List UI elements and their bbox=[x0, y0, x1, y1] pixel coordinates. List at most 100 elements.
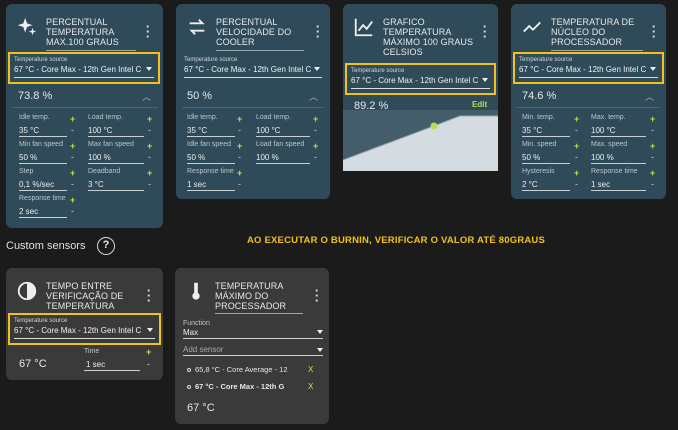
increment-button[interactable]: + bbox=[70, 141, 75, 151]
idle-temp-field[interactable]: 35 °C bbox=[19, 126, 39, 135]
trend-icon bbox=[523, 21, 541, 33]
load-temp-field[interactable]: 100 °C bbox=[256, 126, 281, 135]
min-speed-field[interactable]: 50 % bbox=[522, 153, 540, 162]
decrement-button[interactable]: - bbox=[314, 125, 317, 135]
chevron-down-icon bbox=[147, 328, 153, 332]
decrement-button[interactable]: - bbox=[314, 152, 317, 162]
increment-button[interactable]: + bbox=[237, 168, 242, 178]
load-fan-speed-field[interactable]: 100 % bbox=[256, 153, 279, 162]
collapse-icon[interactable]: ︿ bbox=[645, 90, 654, 103]
increment-button[interactable]: + bbox=[574, 168, 579, 178]
increment-button[interactable]: + bbox=[650, 141, 655, 151]
increment-button[interactable]: + bbox=[313, 114, 318, 124]
help-icon[interactable]: ? bbox=[97, 237, 115, 255]
min-fan-speed-field[interactable]: 50 % bbox=[19, 153, 37, 162]
edit-button[interactable]: Edit bbox=[472, 100, 487, 109]
kebab-menu-icon[interactable]: · · · bbox=[314, 284, 320, 307]
decrement-button[interactable]: - bbox=[71, 152, 74, 162]
time-field[interactable]: 1 sec bbox=[86, 360, 105, 369]
curve-point bbox=[430, 122, 438, 130]
decrement-button[interactable]: - bbox=[147, 359, 150, 369]
sensor-item: 65,8 °C - Core Average - 12 bbox=[187, 365, 288, 374]
decrement-button[interactable]: - bbox=[575, 125, 578, 135]
increment-button[interactable]: + bbox=[147, 141, 152, 151]
temperature-source-select[interactable]: Temperature source 67 °C - Core Max - 12… bbox=[178, 52, 328, 84]
kebab-menu-icon[interactable]: · · · bbox=[145, 20, 151, 43]
increment-button[interactable]: + bbox=[574, 141, 579, 151]
temperature-source-select[interactable]: Temperature source 67 °C - Core Max - 12… bbox=[8, 313, 161, 345]
increment-button[interactable]: + bbox=[237, 114, 242, 124]
increment-button[interactable]: + bbox=[70, 114, 75, 124]
temperature-source-select[interactable]: Temperature source 67 °C - Core Max - 12… bbox=[513, 52, 664, 84]
response-time-field[interactable]: 1 sec bbox=[591, 180, 610, 189]
max-temp-field[interactable]: 100 °C bbox=[591, 126, 616, 135]
kebab-menu-icon[interactable]: · · · bbox=[146, 284, 152, 307]
hysteresis-field[interactable]: 2 °C bbox=[522, 180, 538, 189]
sparkle-icon bbox=[17, 17, 37, 36]
idle-temp-field[interactable]: 35 °C bbox=[187, 126, 207, 135]
deadband-field[interactable]: 3 °C bbox=[88, 180, 104, 189]
decrement-button[interactable]: - bbox=[575, 152, 578, 162]
increment-button[interactable]: + bbox=[70, 195, 75, 205]
step-field[interactable]: 0,1 %/sec bbox=[19, 180, 54, 189]
decrement-button[interactable]: - bbox=[148, 179, 151, 189]
clock-icon bbox=[17, 281, 37, 301]
temperature-source-select[interactable]: Temperature source 67 °C - Core Max - 12… bbox=[8, 52, 160, 84]
kebab-menu-icon[interactable]: · · · bbox=[482, 20, 488, 43]
card-temperatura-maximo: TEMPERATURA MÁXIMO DO PROCESSADOR · · · Func… bbox=[175, 268, 329, 424]
decrement-button[interactable]: - bbox=[71, 206, 74, 216]
decrement-button[interactable]: - bbox=[651, 125, 654, 135]
chevron-down-icon bbox=[650, 67, 656, 71]
response-time-field[interactable]: 2 sec bbox=[19, 207, 38, 216]
increment-button[interactable]: + bbox=[574, 114, 579, 124]
decrement-button[interactable]: - bbox=[651, 152, 654, 162]
decrement-button[interactable]: - bbox=[238, 125, 241, 135]
current-value: 67 °C bbox=[187, 402, 215, 414]
card-title: TEMPERATURA DE NÚCLEO DO PROCESSADOR bbox=[551, 17, 635, 47]
increment-button[interactable]: + bbox=[146, 347, 151, 357]
increment-button[interactable]: + bbox=[650, 168, 655, 178]
card-title: PERCENTUAL TEMPERATURA MAX.100 GRAUS bbox=[46, 17, 119, 47]
decrement-button[interactable]: - bbox=[71, 179, 74, 189]
kebab-menu-icon[interactable]: · · · bbox=[315, 20, 321, 43]
increment-button[interactable]: + bbox=[147, 114, 152, 124]
decrement-button[interactable]: - bbox=[148, 125, 151, 135]
decrement-button[interactable]: - bbox=[148, 152, 151, 162]
increment-button[interactable]: + bbox=[237, 141, 242, 151]
fan-curve-graph[interactable] bbox=[343, 110, 498, 171]
card-temperatura-nucleo: TEMPERATURA DE NÚCLEO DO PROCESSADOR · · · T… bbox=[511, 4, 666, 199]
swap-arrows-icon bbox=[189, 19, 205, 35]
card-title: TEMPO ENTRE VERIFICAÇÃO DE TEMPERATURA bbox=[46, 281, 124, 311]
increment-button[interactable]: + bbox=[147, 168, 152, 178]
decrement-button[interactable]: - bbox=[71, 125, 74, 135]
idle-fan-speed-field[interactable]: 50 % bbox=[187, 153, 205, 162]
current-value: 50 % bbox=[187, 90, 213, 102]
min-temp-field[interactable]: 35 °C bbox=[522, 126, 542, 135]
increment-button[interactable]: + bbox=[313, 141, 318, 151]
collapse-icon[interactable]: ︿ bbox=[142, 90, 151, 103]
response-time-field[interactable]: 1 sec bbox=[187, 180, 206, 189]
temperature-source-select[interactable]: Temperature source 67 °C - Core Max - 12… bbox=[345, 63, 496, 95]
remove-sensor-button[interactable]: X bbox=[308, 382, 313, 391]
remove-sensor-button[interactable]: X bbox=[308, 365, 313, 374]
max-fan-speed-field[interactable]: 100 % bbox=[88, 153, 111, 162]
decrement-button[interactable]: - bbox=[575, 179, 578, 189]
chevron-down-icon bbox=[317, 348, 323, 352]
card-percentual-velocidade: PERCENTUAL VELOCIDADE DO COOLER · · · Temper… bbox=[176, 4, 330, 199]
decrement-button[interactable]: - bbox=[651, 179, 654, 189]
chart-line-icon bbox=[354, 18, 373, 37]
decrement-button[interactable]: - bbox=[238, 152, 241, 162]
thermometer-icon bbox=[192, 282, 200, 300]
current-value: 74.6 % bbox=[522, 90, 557, 102]
annotation-banner: AO EXECUTAR O BURNIN, VERIFICAR O VALOR … bbox=[247, 235, 546, 246]
function-select[interactable]: Max bbox=[183, 328, 198, 337]
load-temp-field[interactable]: 100 °C bbox=[88, 126, 113, 135]
kebab-menu-icon[interactable]: · · · bbox=[651, 20, 657, 43]
current-value: 73.8 % bbox=[18, 90, 53, 102]
collapse-icon[interactable]: ︿ bbox=[309, 90, 318, 103]
add-sensor-select[interactable]: Add sensor bbox=[183, 345, 223, 354]
decrement-button[interactable]: - bbox=[238, 179, 241, 189]
increment-button[interactable]: + bbox=[650, 114, 655, 124]
max-speed-field[interactable]: 100 % bbox=[591, 153, 614, 162]
increment-button[interactable]: + bbox=[70, 168, 75, 178]
